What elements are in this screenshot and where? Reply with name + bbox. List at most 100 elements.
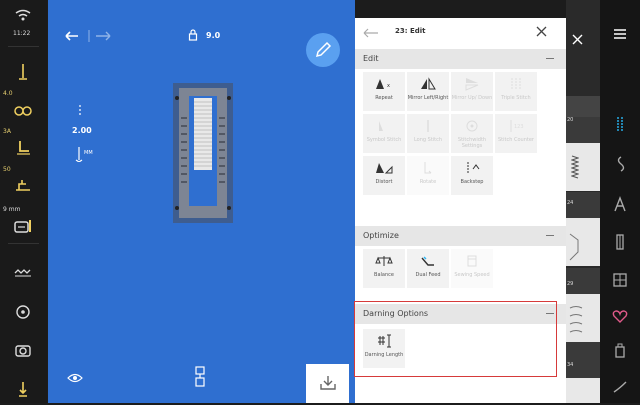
dual-feed-icon — [421, 256, 434, 266]
stitch-width-value: 2.00 — [72, 126, 92, 135]
mirror-up-down-button[interactable]: Mirror Up/ Down — [451, 72, 493, 111]
back-arrow-icon[interactable] — [363, 28, 379, 38]
presser-value: 3A — [3, 128, 11, 135]
favorites-heart-icon[interactable] — [612, 308, 628, 324]
undo-redo — [65, 30, 111, 42]
tile-label: Mirror Up/ Down — [451, 95, 493, 101]
tile-label: Stitchwidth Settings — [457, 137, 487, 149]
presser-foot-illustration — [173, 83, 233, 223]
stitch-number: 29 — [567, 281, 574, 287]
symbol-stitch-icon — [379, 121, 383, 131]
tile-label: Stitch Counter — [498, 137, 534, 143]
menu-icon[interactable] — [612, 26, 628, 42]
camera-button[interactable] — [0, 328, 47, 366]
tile-label: Long Stitch — [413, 137, 443, 143]
mirror-left-right-button[interactable]: Mirror Left/Right — [407, 72, 449, 111]
collapse-icon — [546, 58, 554, 59]
stitch-list-panel: 20 24 29 34 — [566, 0, 600, 403]
stitchwidth-settings-button[interactable]: Stitchwidth Settings — [451, 114, 493, 153]
stitch-thumb[interactable] — [566, 378, 600, 403]
tile-label: Rotate — [419, 179, 437, 185]
lock-icon — [188, 29, 198, 41]
alphabet-category-icon[interactable] — [612, 196, 628, 212]
tile-label: Backstep — [460, 179, 484, 185]
zigzag-icon — [14, 269, 31, 277]
wifi-icon — [15, 9, 31, 21]
buttonhole-category-icon[interactable] — [612, 234, 628, 250]
mirror-lr-icon — [421, 77, 436, 90]
counter-icon: 123 — [510, 120, 524, 132]
tension-button[interactable]: 4.0 — [0, 88, 47, 126]
tension-icon — [14, 106, 32, 116]
needle-stop-button[interactable] — [0, 250, 47, 288]
tile-label: Dual Feed — [415, 272, 441, 278]
bobbin-button[interactable] — [0, 367, 47, 405]
darning-options-highlight — [354, 301, 557, 377]
scallop-stitch-icon — [569, 233, 579, 261]
backstep-button[interactable]: Backstep — [451, 156, 493, 195]
panel-header: 23: Edit — [355, 18, 566, 47]
stitch-thumb[interactable] — [566, 218, 600, 266]
width-indicator-icon — [79, 105, 81, 117]
close-list-icon[interactable] — [571, 33, 584, 46]
serpentine-stitch-icon — [569, 306, 583, 333]
stitch-canvas[interactable]: 9.0 2.00 MM — [48, 0, 355, 403]
quilt-category-icon[interactable] — [612, 272, 628, 288]
needle-icon — [19, 64, 27, 80]
needle-position-button[interactable] — [0, 290, 47, 328]
symbol-stitch-button[interactable]: Symbol Stitch — [363, 114, 405, 153]
collapse-icon — [546, 235, 554, 236]
repeat-button[interactable]: x Repeat — [363, 72, 405, 111]
dual-feed-button[interactable]: Dual Feed — [407, 249, 449, 288]
mirror-ud-icon — [465, 78, 479, 91]
distort-icon — [376, 163, 393, 174]
decorative-stitch-category-icon[interactable] — [612, 156, 628, 172]
panel-title: 23: Edit — [395, 27, 426, 35]
sewing-speed-button[interactable]: Sewing Speed — [451, 249, 493, 288]
memory-category-icon[interactable] — [612, 342, 628, 358]
speed-button[interactable]: 50 — [0, 164, 47, 202]
tile-label: Symbol Stitch — [366, 137, 402, 143]
tension-value: 4.0 — [3, 90, 13, 97]
straight-stitch-category-icon[interactable] — [612, 116, 628, 132]
import-button[interactable] — [306, 364, 349, 403]
tile-label: Repeat — [375, 95, 393, 101]
rotate-button[interactable]: Rotate — [407, 156, 449, 195]
tile-label: Triple Stitch — [501, 95, 531, 101]
tile-label: Sewing Speed — [454, 272, 490, 278]
edit-fab-button[interactable] — [306, 33, 340, 67]
width-value: 9 mm — [3, 206, 21, 213]
balance-icon — [375, 256, 393, 266]
section-edit-header[interactable]: Edit — [355, 49, 566, 69]
stitch-counter-button[interactable]: 123 Stitch Counter — [495, 114, 537, 153]
tile-label: Balance — [374, 272, 394, 278]
section-edit-label: Edit — [363, 54, 379, 63]
history-category-icon[interactable] — [612, 378, 628, 394]
divider — [8, 243, 39, 244]
pattern-start-icon[interactable] — [194, 366, 206, 388]
zoom-level: 9.0 — [206, 31, 221, 40]
stitch-thumb[interactable] — [566, 143, 600, 191]
zigzag-stitch-icon — [571, 155, 579, 179]
tile-label: Distort — [375, 179, 393, 185]
rotate-icon — [424, 162, 432, 174]
thread-tension-button[interactable] — [0, 50, 47, 88]
stitch-thumb[interactable] — [566, 294, 600, 342]
section-optimize-header[interactable]: Optimize — [355, 226, 566, 246]
redo-icon — [96, 31, 111, 41]
divider — [8, 46, 39, 47]
section-optimize-label: Optimize — [363, 231, 399, 240]
backstep-icon — [467, 162, 480, 174]
stitch-plate-button[interactable]: 9 mm — [0, 204, 47, 242]
balance-button[interactable]: Balance — [363, 249, 405, 288]
target-icon — [16, 305, 30, 319]
triple-stitch-button[interactable]: Triple Stitch — [495, 72, 537, 111]
stitch-plate-icon — [14, 220, 31, 233]
long-stitch-button[interactable]: Long Stitch — [407, 114, 449, 153]
undo-icon — [65, 31, 78, 41]
distort-button[interactable]: Distort — [363, 156, 405, 195]
eye-icon[interactable] — [67, 372, 83, 384]
bobbin-icon — [19, 382, 27, 397]
close-icon[interactable] — [536, 26, 547, 37]
presser-foot-button[interactable]: 3A — [0, 126, 47, 164]
